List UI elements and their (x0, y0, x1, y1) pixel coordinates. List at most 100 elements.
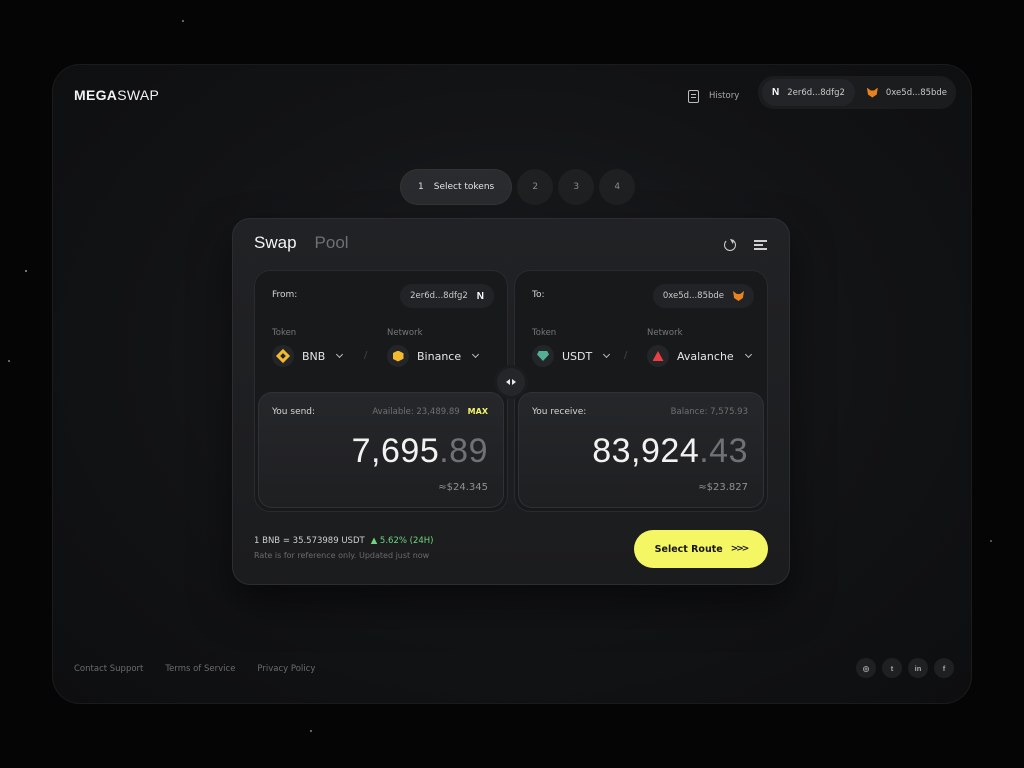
from-address-chip[interactable]: 2er6d...8dfg2 N (400, 284, 494, 308)
chevron-down-icon (744, 350, 752, 359)
from-token-select[interactable]: BNB (272, 345, 344, 367)
social-links: ◎ t in f (856, 658, 954, 678)
footer-link-privacy[interactable]: Privacy Policy (257, 664, 315, 674)
footer-link-contact-support[interactable]: Contact Support (74, 664, 143, 674)
avalanche-network-badge (647, 345, 669, 367)
to-token-select[interactable]: USDT (532, 345, 611, 367)
rate-text: 1 BNB = 35.573989 USDT (254, 536, 365, 546)
wallet-address: 2er6d...8dfg2 (787, 87, 845, 98)
step-4[interactable]: 4 (599, 169, 636, 205)
available-text: Available: 23,489.89 (372, 407, 460, 417)
step-label: Select tokens (433, 182, 495, 192)
to-heading: To: (532, 290, 545, 300)
arrow-right-icon (512, 379, 516, 385)
stepper: 1 Select tokens 2 3 4 (400, 169, 636, 205)
chevron-down-icon (603, 350, 611, 359)
binance-network-badge (387, 345, 409, 367)
exchange-rate: 1 BNB = 35.573989 USDT ▲ 5.62% (24H) (254, 536, 433, 546)
receive-amount-dec: .43 (699, 432, 748, 470)
to-network-select[interactable]: Avalanche (647, 345, 752, 367)
wallet-chip-metamask[interactable]: 0xe5d...85bde (857, 79, 957, 106)
receive-amount: 83,924.43 (592, 432, 748, 471)
receive-usd-value: ≈$23.827 (698, 482, 748, 493)
facebook-icon[interactable]: f (934, 658, 954, 678)
fox-icon (733, 291, 744, 301)
wallet-address: 0xe5d...85bde (885, 87, 948, 98)
from-network-value: Binance (417, 349, 462, 363)
chevron-down-icon (336, 350, 344, 359)
to-network-value: Avalanche (677, 349, 734, 363)
linkedin-icon[interactable]: in (908, 658, 928, 678)
send-label: You send: (272, 407, 316, 417)
from-panel: From: 2er6d...8dfg2 N Token BNB / Networ… (254, 270, 508, 512)
step-number: 1 (418, 182, 424, 192)
twitter-icon[interactable]: t (882, 658, 902, 678)
fox-icon (866, 87, 878, 98)
chevron-down-icon (472, 350, 480, 359)
settings-icon[interactable] (754, 239, 767, 251)
step-number: 4 (614, 182, 621, 192)
to-address: 0xe5d...85bde (662, 291, 724, 301)
bnb-icon (275, 348, 291, 364)
from-network-label: Network (387, 328, 423, 338)
card-tabs: Swap Pool (254, 233, 349, 253)
step-number: 3 (573, 182, 580, 192)
to-balance: Balance: 7,575.93 (670, 407, 748, 417)
send-amount[interactable]: 7,695.89 (352, 432, 488, 471)
logo-light: SWAP (117, 87, 160, 103)
step-3[interactable]: 3 (558, 169, 595, 205)
send-amount-int: 7,695 (351, 432, 440, 470)
tab-pool[interactable]: Pool (315, 233, 349, 253)
send-usd-value: ≈$24.345 (438, 482, 488, 493)
receive-amount-box: You receive: Balance: 7,575.93 83,924.43… (518, 392, 764, 508)
refresh-icon[interactable] (724, 239, 736, 251)
rate-note: Rate is for reference only. Updated just… (254, 551, 430, 560)
separator: / (364, 350, 368, 361)
to-token-label: Token (532, 328, 557, 338)
separator: / (624, 350, 628, 361)
max-button[interactable]: MAX (468, 407, 488, 417)
from-token-label: Token (272, 328, 297, 338)
history-button[interactable]: History (688, 84, 739, 108)
step-number: 2 (532, 182, 539, 192)
to-token-value: USDT (562, 349, 593, 363)
n-icon: N (476, 290, 484, 302)
wallet-chip-near[interactable]: N 2er6d...8dfg2 (762, 79, 855, 106)
step-2[interactable]: 2 (517, 169, 554, 205)
history-label: History (709, 91, 740, 101)
swap-card: Swap Pool From: 2er6d...8dfg2 N Token BN… (232, 218, 790, 585)
to-network-label: Network (647, 328, 683, 338)
logo-bold: MEGA (74, 87, 118, 103)
receive-amount-int: 83,924 (592, 432, 700, 470)
arrow-left-icon (506, 379, 510, 385)
footer-link-terms[interactable]: Terms of Service (165, 664, 235, 674)
bnb-token-badge (272, 345, 294, 367)
n-icon: N (772, 87, 780, 98)
send-amount-dec: .89 (439, 432, 488, 470)
step-1[interactable]: 1 Select tokens (400, 169, 513, 205)
logo[interactable]: MEGASWAP (74, 87, 159, 103)
from-token-value: BNB (302, 349, 326, 363)
available-balance: Available: 23,489.89 MAX (372, 407, 488, 417)
swap-direction-button[interactable] (497, 368, 525, 396)
binance-icon (392, 350, 404, 362)
avalanche-icon (652, 351, 664, 361)
chevrons-right-icon: >>> (730, 544, 750, 554)
footer-links: Contact Support Terms of Service Privacy… (74, 664, 315, 674)
usdt-token-badge (532, 345, 554, 367)
rate-change: ▲ 5.62% (24H) (370, 536, 434, 546)
from-network-select[interactable]: Binance (387, 345, 480, 367)
tab-swap[interactable]: Swap (254, 233, 297, 253)
select-route-button[interactable]: Select Route >>> (634, 530, 768, 568)
wallet-switcher: N 2er6d...8dfg2 0xe5d...85bde (758, 76, 956, 109)
to-address-chip[interactable]: 0xe5d...85bde (652, 284, 754, 308)
send-amount-box[interactable]: You send: Available: 23,489.89 MAX 7,695… (258, 392, 504, 508)
instagram-icon[interactable]: ◎ (856, 658, 876, 678)
from-address: 2er6d...8dfg2 (410, 291, 468, 301)
select-route-label: Select Route (654, 543, 723, 555)
document-icon (688, 89, 699, 103)
from-heading: From: (272, 290, 298, 300)
usdt-icon (537, 351, 549, 361)
app-frame: MEGASWAP History N 2er6d...8dfg2 0xe5d..… (52, 64, 972, 704)
receive-label: You receive: (532, 407, 587, 417)
